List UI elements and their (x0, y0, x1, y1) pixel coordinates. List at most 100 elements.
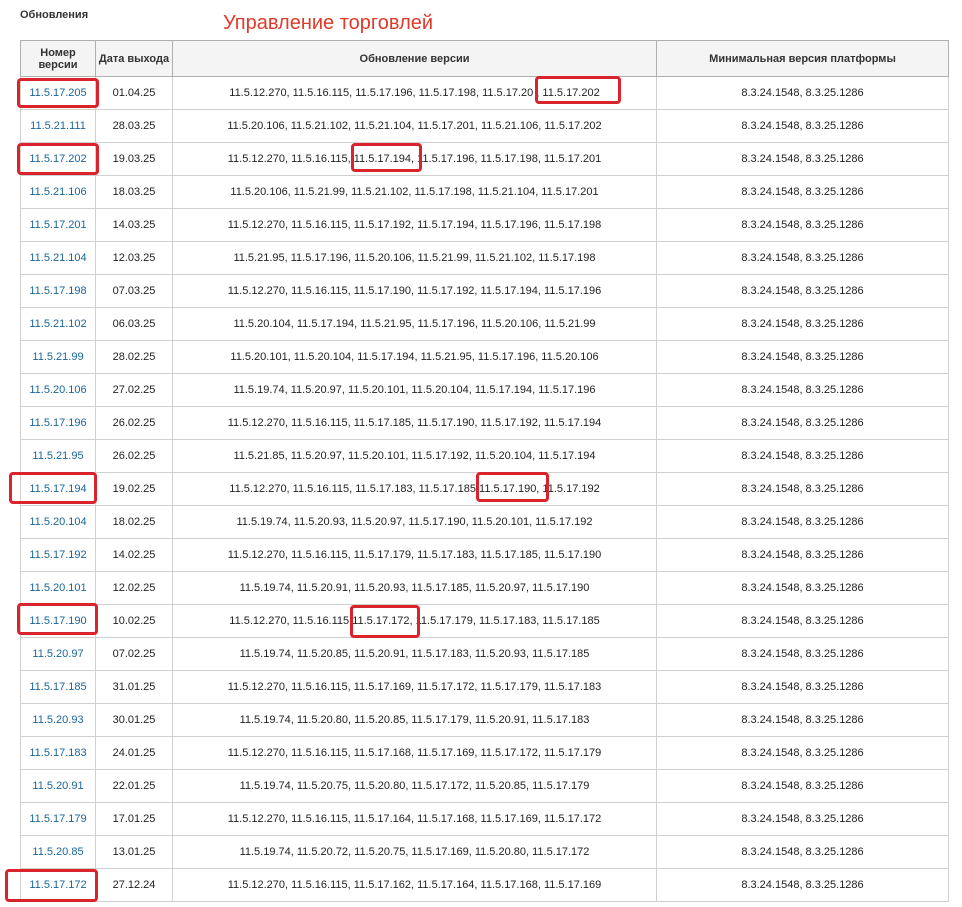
release-date: 26.02.25 (95, 439, 173, 473)
version-link[interactable]: 11.5.21.99 (20, 340, 96, 374)
table-row: 11.5.17.179 17.01.25 11.5.12.270, 11.5.16.… (20, 802, 949, 836)
version-link[interactable]: 11.5.20.106 (20, 373, 96, 407)
release-date: 01.04.25 (95, 76, 173, 110)
version-link[interactable]: 11.5.21.102 (20, 307, 96, 341)
version-link-text[interactable]: 11.5.17.185 (29, 681, 86, 693)
min-platform-version: 8.3.24.1548, 8.3.25.1286 (656, 472, 949, 506)
min-platform-version: 8.3.24.1548, 8.3.25.1286 (656, 736, 949, 770)
version-link-text[interactable]: 11.5.17.205 (29, 87, 86, 99)
min-platform-version: 8.3.24.1548, 8.3.25.1286 (656, 835, 949, 869)
version-link[interactable]: 11.5.17.198 (20, 274, 96, 308)
release-date: 30.01.25 (95, 703, 173, 737)
table-row: 11.5.17.201 14.03.25 11.5.12.270, 11.5.16.… (20, 208, 949, 242)
update-from-versions: 11.5.20.104, 11.5.17.194, 11.5.21.95, 11… (172, 307, 657, 341)
release-date: 22.01.25 (95, 769, 173, 803)
version-link[interactable]: 11.5.17.205 (20, 76, 96, 110)
update-from-versions: 11.5.12.270, 11.5.16.115, 11.5.17.196, 1… (172, 76, 657, 110)
release-date: 13.01.25 (95, 835, 173, 869)
version-link[interactable]: 11.5.17.179 (20, 802, 96, 836)
table-row: 11.5.20.106 27.02.25 11.5.19.74, 11.5.20.9… (20, 373, 949, 407)
table-row: 11.5.17.205 01.04.25 11.5.12.270, 11.5.16.… (20, 76, 949, 110)
version-link-text[interactable]: 11.5.20.106 (29, 384, 86, 396)
version-link[interactable]: 11.5.21.95 (20, 439, 96, 473)
min-platform-version: 8.3.24.1548, 8.3.25.1286 (656, 571, 949, 605)
version-link-text[interactable]: 11.5.17.183 (29, 747, 86, 759)
min-platform-version: 8.3.24.1548, 8.3.25.1286 (656, 307, 949, 341)
version-link-text[interactable]: 11.5.20.97 (32, 648, 83, 660)
table-row: 11.5.17.183 24.01.25 11.5.12.270, 11.5.16.… (20, 736, 949, 770)
version-link[interactable]: 11.5.17.185 (20, 670, 96, 704)
col-header-date: Дата выхода (95, 40, 173, 77)
min-platform-version: 8.3.24.1548, 8.3.25.1286 (656, 802, 949, 836)
version-link-text[interactable]: 11.5.21.99 (32, 351, 83, 363)
update-from-versions: 11.5.12.270, 11.5.16.115, 11.5.17.179, 1… (172, 538, 657, 572)
version-link[interactable]: 11.5.17.190 (20, 604, 96, 638)
version-link-text[interactable]: 11.5.20.91 (32, 780, 83, 792)
section-title: Обновления (20, 9, 89, 21)
release-date: 14.03.25 (95, 208, 173, 242)
updates-table: Номер версии Дата выхода Обновление верс… (20, 40, 949, 902)
version-link-text[interactable]: 11.5.17.198 (29, 285, 86, 297)
min-platform-version: 8.3.24.1548, 8.3.25.1286 (656, 703, 949, 737)
min-platform-version: 8.3.24.1548, 8.3.25.1286 (656, 142, 949, 176)
version-link-text[interactable]: 11.5.20.104 (29, 516, 86, 528)
version-link[interactable]: 11.5.21.104 (20, 241, 96, 275)
table-row: 11.5.17.192 14.02.25 11.5.12.270, 11.5.16.… (20, 538, 949, 572)
version-link-text[interactable]: 11.5.17.196 (29, 417, 86, 429)
version-link[interactable]: 11.5.20.97 (20, 637, 96, 671)
version-link-text[interactable]: 11.5.21.111 (30, 120, 86, 132)
version-link-text[interactable]: 11.5.21.104 (29, 252, 86, 264)
version-link[interactable]: 11.5.21.111 (20, 109, 96, 143)
min-platform-version: 8.3.24.1548, 8.3.25.1286 (656, 109, 949, 143)
update-from-versions: 11.5.12.270, 11.5.16.115, 11.5.17.164, 1… (172, 802, 657, 836)
version-link[interactable]: 11.5.17.192 (20, 538, 96, 572)
version-link-text[interactable]: 11.5.21.95 (32, 450, 83, 462)
version-link-text[interactable]: 11.5.17.179 (29, 813, 86, 825)
version-link[interactable]: 11.5.20.104 (20, 505, 96, 539)
release-date: 27.02.25 (95, 373, 173, 407)
release-date: 18.02.25 (95, 505, 173, 539)
table-row: 11.5.20.101 12.02.25 11.5.19.74, 11.5.20.9… (20, 571, 949, 605)
version-link-text[interactable]: 11.5.20.93 (32, 714, 83, 726)
version-link[interactable]: 11.5.20.93 (20, 703, 96, 737)
version-link-text[interactable]: 11.5.17.194 (29, 483, 86, 495)
version-link[interactable]: 11.5.20.85 (20, 835, 96, 869)
table-row: 11.5.21.95 26.02.25 11.5.21.85, 11.5.20.97… (20, 439, 949, 473)
version-link[interactable]: 11.5.17.183 (20, 736, 96, 770)
version-link[interactable]: 11.5.17.172 (20, 868, 96, 902)
min-platform-version: 8.3.24.1548, 8.3.25.1286 (656, 868, 949, 902)
release-date: 19.03.25 (95, 142, 173, 176)
table-row: 11.5.21.102 06.03.25 11.5.20.104, 11.5.17.… (20, 307, 949, 341)
version-link[interactable]: 11.5.17.202 (20, 142, 96, 176)
release-date: 12.02.25 (95, 571, 173, 605)
min-platform-version: 8.3.24.1548, 8.3.25.1286 (656, 637, 949, 671)
version-link-text[interactable]: 11.5.17.190 (29, 615, 86, 627)
min-platform-version: 8.3.24.1548, 8.3.25.1286 (656, 406, 949, 440)
version-link-text[interactable]: 11.5.17.172 (29, 879, 86, 891)
version-link-text[interactable]: 11.5.17.201 (29, 219, 86, 231)
table-row: 11.5.21.111 28.03.25 11.5.20.106, 11.5.21.… (20, 109, 949, 143)
version-link-text[interactable]: 11.5.21.102 (29, 318, 86, 330)
update-from-versions: 11.5.12.270, 11.5.16.115 11.5.17.172, 11… (172, 604, 657, 638)
version-link[interactable]: 11.5.21.106 (20, 175, 96, 209)
version-link[interactable]: 11.5.20.101 (20, 571, 96, 605)
version-link[interactable]: 11.5.17.196 (20, 406, 96, 440)
release-date: 07.03.25 (95, 274, 173, 308)
version-link[interactable]: 11.5.20.91 (20, 769, 96, 803)
release-date: 28.03.25 (95, 109, 173, 143)
update-from-versions: 11.5.20.106, 11.5.21.99, 11.5.21.102, 11… (172, 175, 657, 209)
version-link-text[interactable]: 11.5.17.192 (29, 549, 86, 561)
min-platform-version: 8.3.24.1548, 8.3.25.1286 (656, 373, 949, 407)
version-link-text[interactable]: 11.5.21.106 (29, 186, 86, 198)
table-row: 11.5.20.93 30.01.25 11.5.19.74, 11.5.20.80… (20, 703, 949, 737)
version-link[interactable]: 11.5.17.201 (20, 208, 96, 242)
col-header-min-platform: Минимальная версия платформы (656, 40, 949, 77)
version-link-text[interactable]: 11.5.20.101 (29, 582, 86, 594)
min-platform-version: 8.3.24.1548, 8.3.25.1286 (656, 340, 949, 374)
min-platform-version: 8.3.24.1548, 8.3.25.1286 (656, 505, 949, 539)
version-link-text[interactable]: 11.5.17.202 (29, 153, 86, 165)
release-date: 28.02.25 (95, 340, 173, 374)
version-link-text[interactable]: 11.5.20.85 (32, 846, 83, 858)
table-row: 11.5.20.104 18.02.25 11.5.19.74, 11.5.20.9… (20, 505, 949, 539)
version-link[interactable]: 11.5.17.194 (20, 472, 96, 506)
